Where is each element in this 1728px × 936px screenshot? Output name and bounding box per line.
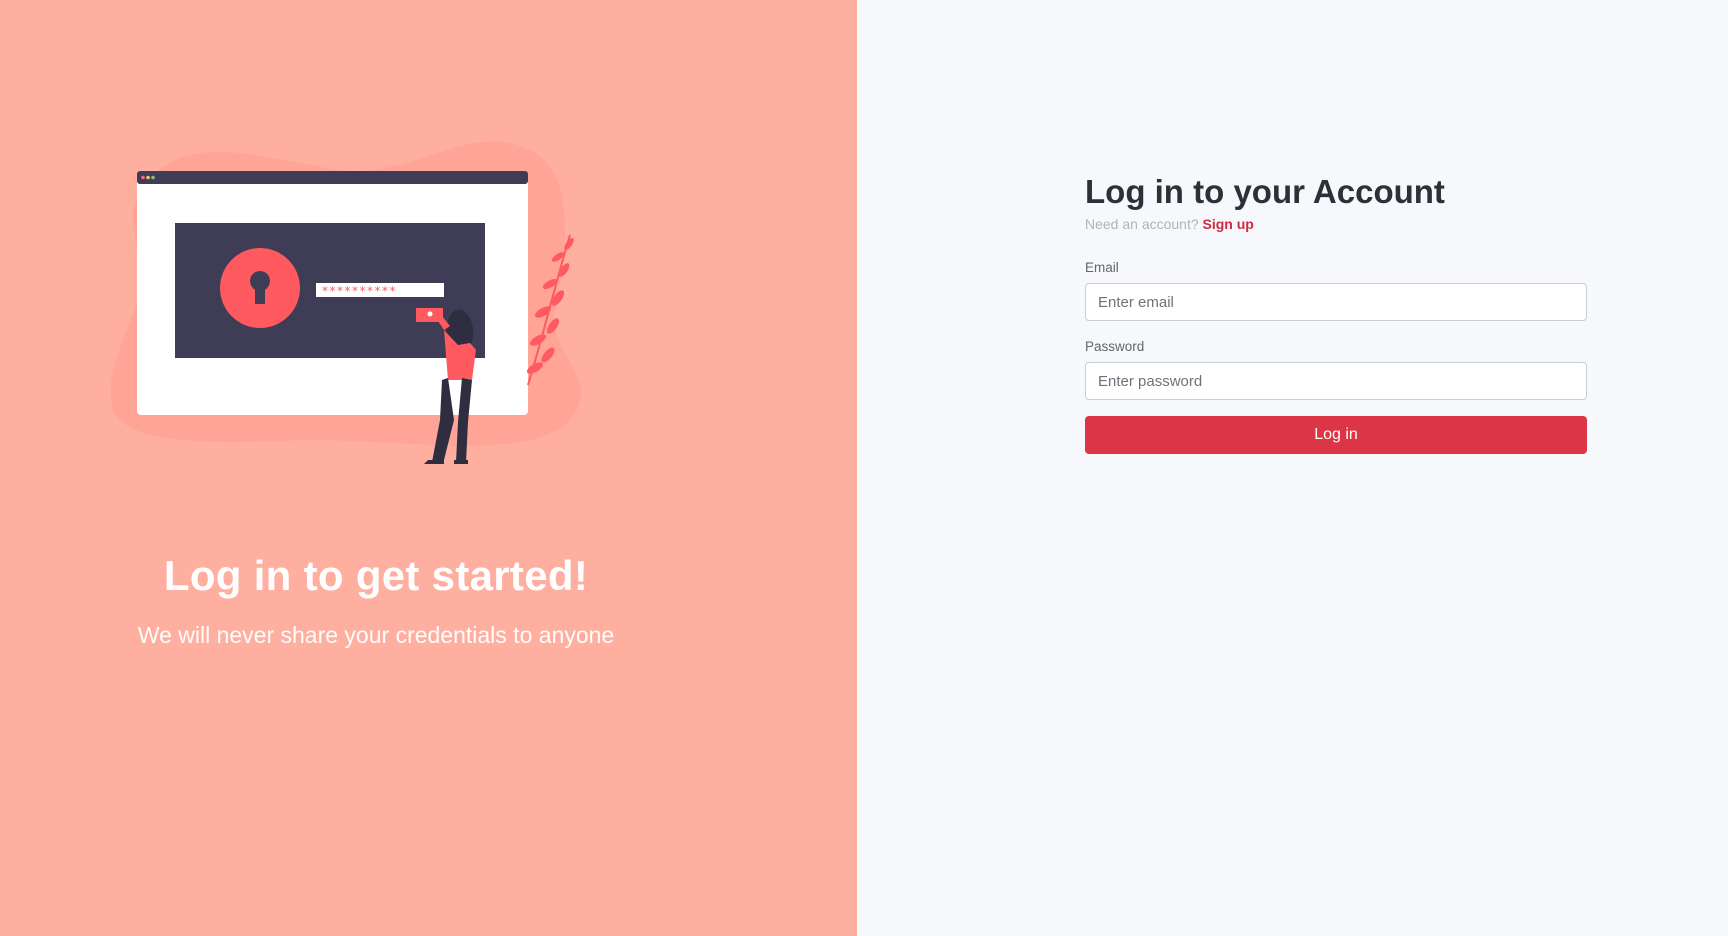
lock-keyhole-icon [220, 248, 300, 328]
signup-prompt-line: Need an account? Sign up [1085, 216, 1587, 232]
password-label: Password [1085, 339, 1145, 354]
login-form: Log in to your Account Need an account? … [1085, 170, 1587, 454]
password-input[interactable] [1085, 362, 1587, 400]
password-mask: ********** [322, 284, 397, 298]
login-button[interactable]: Log in [1085, 416, 1587, 454]
email-input[interactable] [1085, 283, 1587, 321]
signup-prompt-text: Need an account? [1085, 216, 1199, 232]
form-panel: Log in to your Account Need an account? … [857, 0, 1728, 936]
hero-title: Log in to get started! [163, 552, 589, 599]
hero-panel: ********** Log in to get started! We wil… [0, 0, 857, 936]
email-label: Email [1085, 260, 1119, 275]
hero-subtitle: We will never share your credentials to … [137, 622, 615, 648]
signup-link[interactable]: Sign up [1203, 216, 1254, 232]
login-page: ********** Log in to get started! We wil… [0, 0, 1728, 936]
form-title: Log in to your Account [1085, 173, 1445, 210]
login-illustration: ********** [110, 141, 582, 464]
